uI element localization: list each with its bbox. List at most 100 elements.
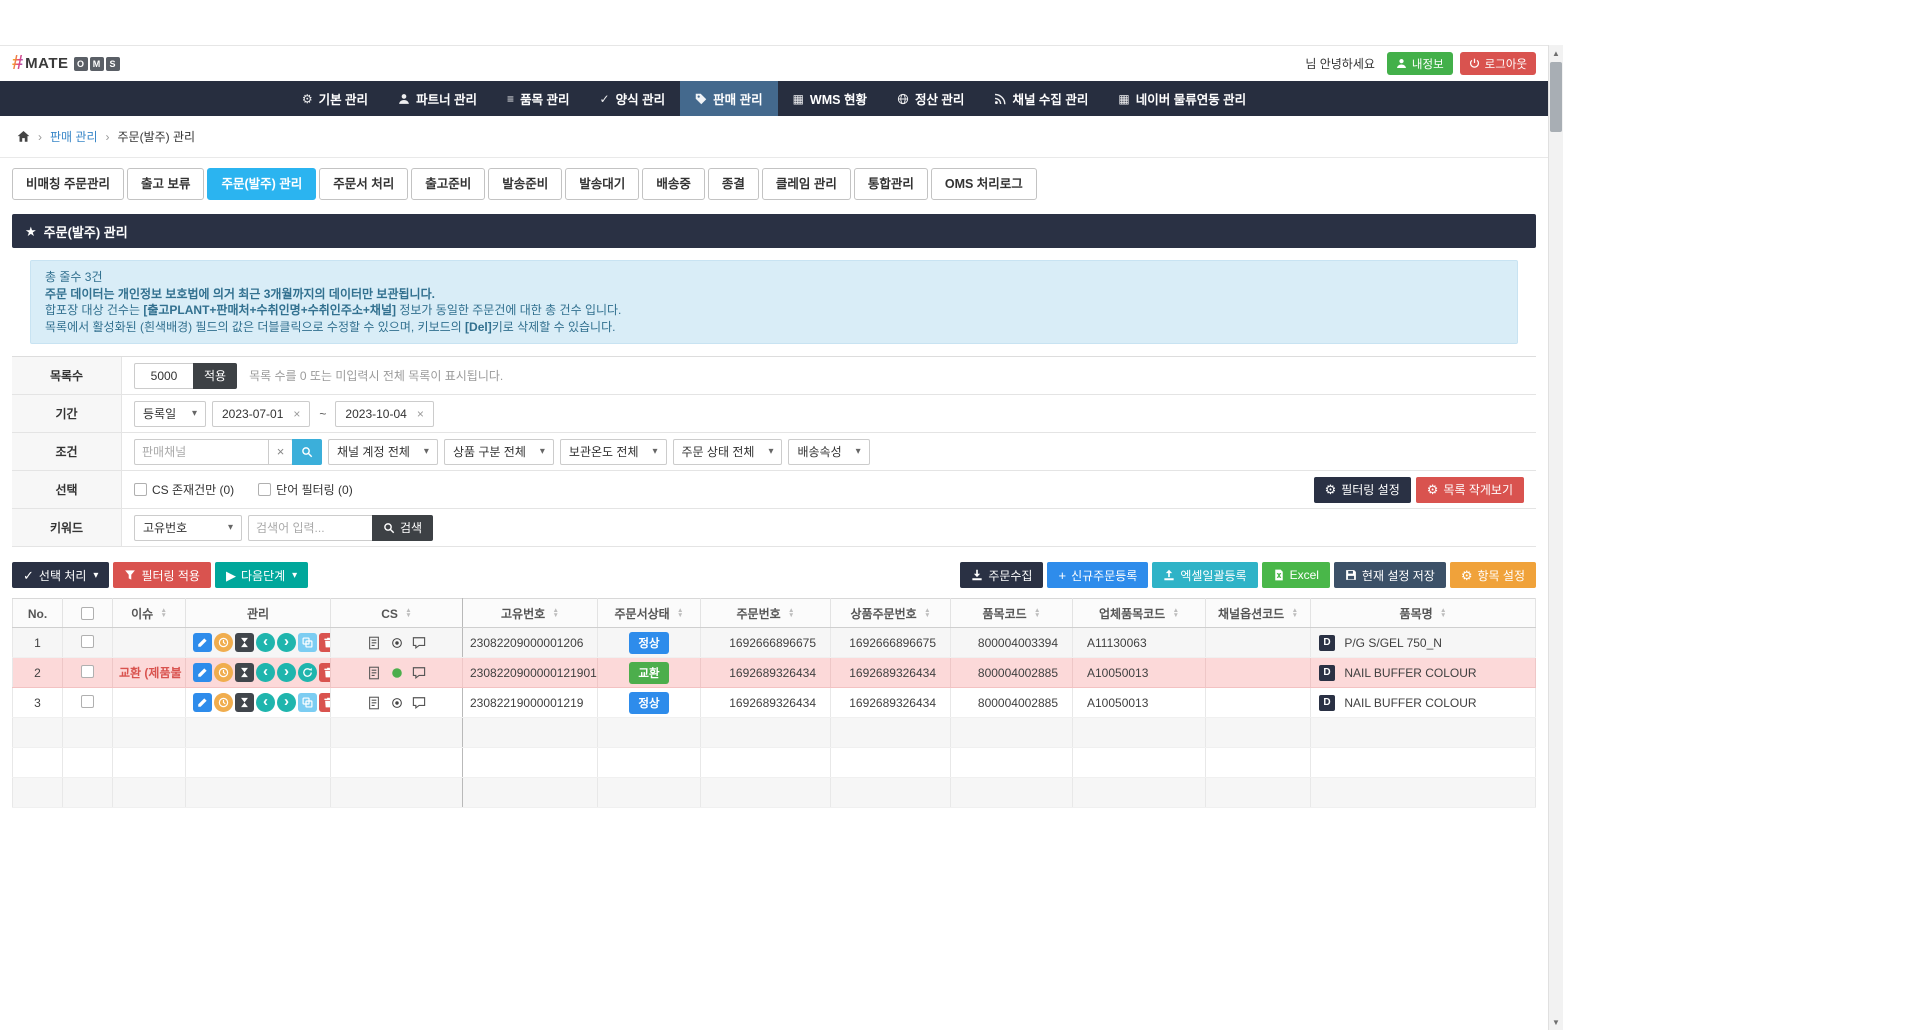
condition-select[interactable]: 보관온도 전체: [559, 438, 667, 465]
unique-number[interactable]: 2308220900000121901: [462, 657, 598, 688]
keyword-input[interactable]: [248, 514, 373, 541]
action-button[interactable]: ▶ 다음단계 ▾: [214, 562, 309, 588]
next-icon[interactable]: ›: [277, 633, 296, 652]
action-button[interactable]: + 신규주문등록: [1047, 562, 1149, 588]
column-header[interactable]: 주문서상태: [597, 598, 701, 628]
tab[interactable]: 출고 보류: [126, 168, 205, 200]
clear-date-from-icon[interactable]: ×: [293, 407, 300, 421]
word-filter-checkbox[interactable]: 단어 필터링 (0): [258, 481, 353, 498]
action-button[interactable]: 엑셀일괄등록: [1152, 562, 1258, 588]
item-code[interactable]: 800004002885: [950, 657, 1073, 688]
vendor-item-code[interactable]: A10050013: [1072, 657, 1206, 688]
channel-option-code[interactable]: [1205, 687, 1311, 718]
sort-icon[interactable]: [1292, 608, 1298, 618]
sort-icon[interactable]: [1034, 608, 1040, 618]
period-type-select[interactable]: 등록일: [134, 400, 206, 427]
tab[interactable]: 발송대기: [565, 168, 640, 200]
checkbox-box[interactable]: [258, 483, 272, 496]
action-button[interactable]: ✓ 선택 처리 ▾: [12, 562, 110, 588]
action-button[interactable]: 주문수집: [960, 562, 1044, 588]
column-header[interactable]: 품목명: [1310, 598, 1536, 628]
column-header[interactable]: 채널옵션코드: [1205, 598, 1311, 628]
nav-item[interactable]: ▦ 네이버 물류연동 관리: [1103, 81, 1261, 116]
prev-icon[interactable]: ‹: [256, 663, 275, 682]
list-count-input[interactable]: [134, 362, 194, 389]
myinfo-button[interactable]: 내정보: [1386, 52, 1453, 75]
hourglass-icon[interactable]: [235, 693, 254, 712]
order-number[interactable]: 1692689326434: [700, 687, 831, 718]
next-icon[interactable]: ›: [277, 693, 296, 712]
nav-item[interactable]: ▦ WMS 현황: [778, 81, 882, 116]
row-checkbox[interactable]: [81, 634, 94, 648]
refresh-icon[interactable]: [298, 663, 317, 682]
channel-option-code[interactable]: [1205, 627, 1311, 658]
prev-icon[interactable]: ‹: [256, 693, 275, 712]
nav-item[interactable]: 파트너 관리: [383, 81, 492, 116]
unique-number[interactable]: 23082219000001219: [462, 687, 598, 718]
doc-icon[interactable]: [367, 666, 381, 680]
apply-button[interactable]: 적용: [193, 362, 238, 389]
date-from-input[interactable]: 2023-07-01 ×: [212, 400, 311, 427]
cs-only-checkbox[interactable]: CS 존재건만 (0): [134, 481, 234, 498]
trash-icon[interactable]: [319, 633, 330, 652]
sales-channel-input[interactable]: [134, 438, 269, 465]
product-order-number[interactable]: 1692666896675: [830, 627, 951, 658]
dot-icon[interactable]: [391, 637, 403, 649]
order-number[interactable]: 1692666896675: [700, 627, 831, 658]
sort-icon[interactable]: [1440, 608, 1446, 618]
hourglass-icon[interactable]: [235, 663, 254, 682]
logout-button[interactable]: 로그아웃: [1459, 52, 1536, 75]
tab[interactable]: 종결: [707, 168, 759, 200]
prev-icon[interactable]: ‹: [256, 633, 275, 652]
trash-icon[interactable]: [319, 663, 330, 682]
vendor-item-code[interactable]: A11130063: [1072, 627, 1206, 658]
action-button[interactable]: 현재 설정 저장: [1333, 562, 1446, 588]
sort-icon[interactable]: [1173, 608, 1179, 618]
sort-icon[interactable]: [677, 608, 683, 618]
comment-icon[interactable]: [412, 666, 426, 680]
sort-icon[interactable]: [924, 608, 930, 618]
scroll-down-icon[interactable]: ▼: [1549, 1014, 1563, 1030]
sort-icon[interactable]: [788, 608, 794, 618]
breadcrumb-sales[interactable]: 판매 관리: [50, 128, 98, 145]
pencil-icon[interactable]: [193, 633, 212, 652]
pencil-icon[interactable]: [193, 663, 212, 682]
comment-icon[interactable]: [412, 636, 426, 650]
tab[interactable]: 통합관리: [853, 168, 928, 200]
nav-item[interactable]: ✓ 양식 관리: [585, 81, 681, 116]
select-all-checkbox[interactable]: [81, 606, 94, 620]
row-checkbox[interactable]: [81, 694, 94, 708]
channel-search-button[interactable]: [292, 438, 322, 465]
condition-select[interactable]: 채널 계정 전체: [328, 438, 438, 465]
search-button[interactable]: 검색: [372, 514, 434, 541]
column-header[interactable]: No.: [12, 598, 63, 628]
tab[interactable]: 주문(발주) 관리: [207, 168, 317, 200]
item-code[interactable]: 800004003394: [950, 627, 1073, 658]
trash-icon[interactable]: [319, 693, 330, 712]
tab[interactable]: 주문서 처리: [319, 168, 409, 200]
vendor-item-code[interactable]: A10050013: [1072, 687, 1206, 718]
checkbox-box[interactable]: [134, 483, 147, 496]
comment-icon[interactable]: [412, 696, 426, 710]
tab[interactable]: OMS 처리로그: [930, 168, 1037, 200]
copy-icon[interactable]: [298, 633, 317, 652]
nav-item[interactable]: 정산 관리: [882, 81, 979, 116]
pencil-icon[interactable]: [193, 693, 212, 712]
keyword-field-select[interactable]: 고유번호: [134, 514, 242, 541]
nav-item[interactable]: ≡ 품목 관리: [492, 81, 585, 116]
tab[interactable]: 출고준비: [411, 168, 486, 200]
column-header[interactable]: 상품주문번호: [830, 598, 951, 628]
action-button[interactable]: Excel: [1261, 562, 1330, 588]
date-to-input[interactable]: 2023-10-04 ×: [335, 400, 434, 427]
column-header[interactable]: 이슈: [112, 598, 186, 628]
order-number[interactable]: 1692689326434: [700, 657, 831, 688]
clear-channel-button[interactable]: ×: [268, 438, 293, 465]
column-header[interactable]: 주문번호: [700, 598, 831, 628]
doc-icon[interactable]: [367, 696, 381, 710]
column-header[interactable]: [62, 598, 113, 628]
doc-icon[interactable]: [367, 636, 381, 650]
row-checkbox[interactable]: [81, 664, 94, 678]
clock-icon[interactable]: [214, 633, 233, 652]
nav-item[interactable]: ⚙ 기본 관리: [287, 81, 383, 116]
dot-green-icon[interactable]: [391, 667, 403, 679]
